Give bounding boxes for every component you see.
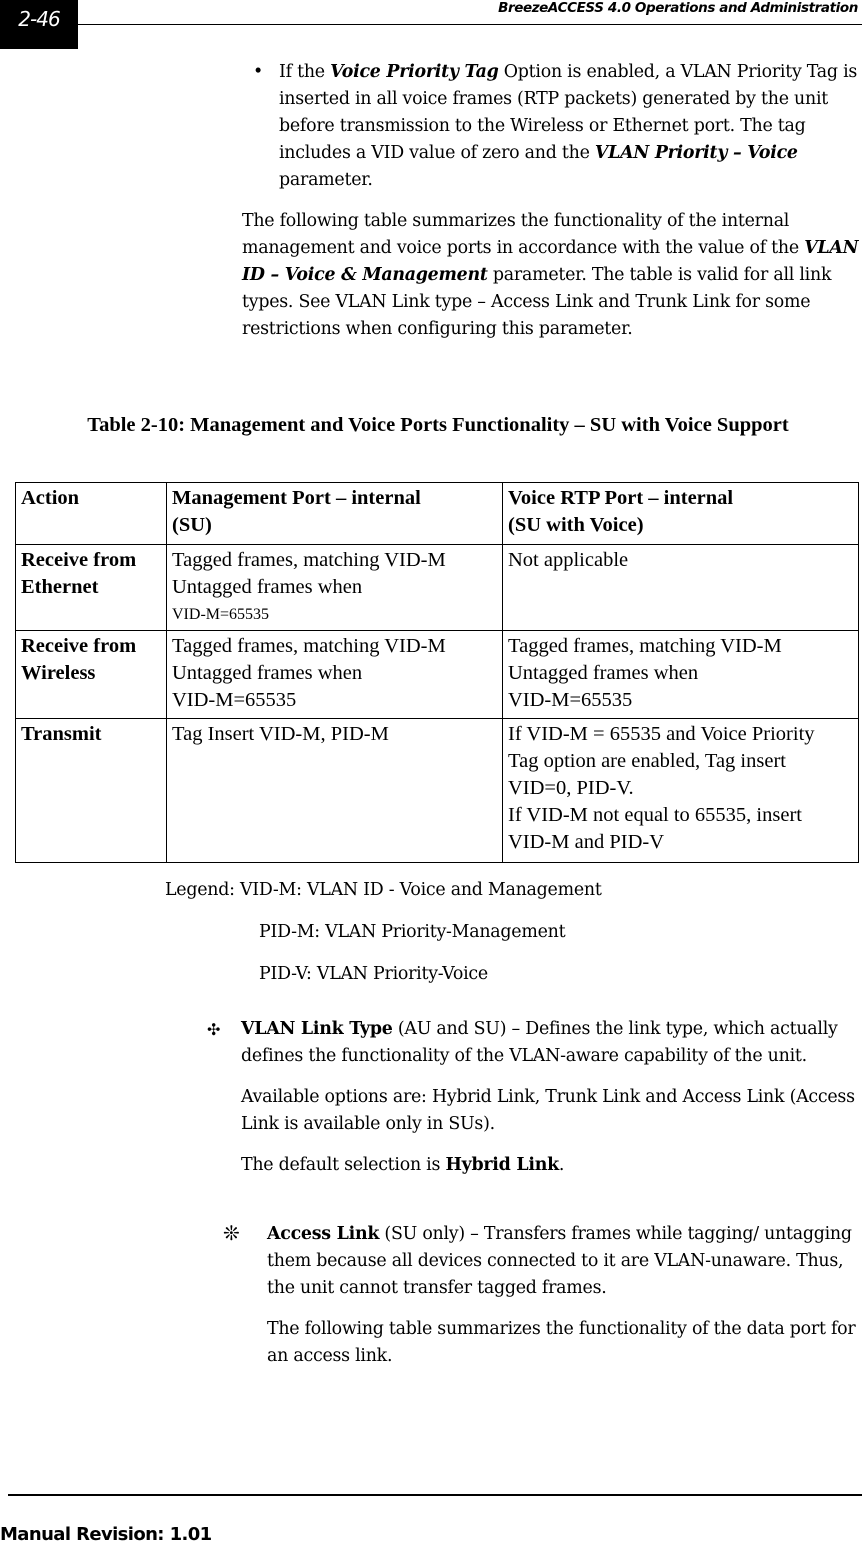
parameter-name: VLAN Link Type [241,1019,393,1039]
header-management-port: Management Port – internal (SU) [166,482,503,545]
table-legend: Legend: VID-M: VLAN ID - Voice and Manag… [165,877,602,1003]
cell-line: Tag option are enabled, Tag insert [508,750,786,772]
page-number: 2-46 [18,7,60,31]
cell-line: Ethernet [21,576,99,598]
legend-line-pid-m: PID-M: VLAN Priority-Management [259,922,566,942]
cell-voice: Not applicable [502,544,859,631]
cell-line: Tagged frames, matching VID-M [172,635,446,657]
table-intro-paragraph: The following table summarizes the funct… [242,208,862,343]
header-management-line-2: (SU) [172,514,212,536]
cell-line: VID-M=65535 [172,689,297,711]
cell-line: Tag Insert VID-M, PID-M [172,723,389,745]
access-link-option: ❊ Access Link (SU only) – Transfers fram… [223,1221,862,1384]
header-divider [78,24,862,25]
footer-divider [8,1494,862,1496]
bullet-text-pre: If the [279,62,331,82]
four-dot-cross-icon: ✣ [207,1020,221,1039]
header-action-line: Action [21,487,80,509]
bullet-dot-icon: • [253,62,264,82]
cell-management: Tag Insert VID-M, PID-M [166,718,503,863]
legend-line-pid-v: PID-V: VLAN Priority-Voice [259,964,488,984]
para-text-pre: The following table summarizes the funct… [242,211,805,258]
cell-line: Not applicable [508,549,629,571]
running-header-title: BreezeACCESS 4.0 Operations and Administ… [498,0,858,16]
table-header-row: Action Management Port – internal (SU) V… [15,482,859,545]
cell-action: Receive from Wireless [15,630,167,719]
cell-line: Tagged frames, matching VID-M [508,635,782,657]
header-voice-port: Voice RTP Port – internal (SU with Voice… [502,482,859,545]
parameter-options: Available options are: Hybrid Link, Trun… [241,1087,855,1134]
cell-management: Tagged frames, matching VID-M Untagged f… [166,630,503,719]
bullet-text-post: parameter. [279,170,373,190]
table-row: Transmit Tag Insert VID-M, PID-M If VID-… [15,718,859,863]
manual-revision: Manual Revision: 1.01 [0,1524,212,1545]
cell-line: VID-M and PID-V [508,831,665,853]
ports-functionality-table: Action Management Port – internal (SU) V… [15,482,859,863]
header-action: Action [15,482,167,545]
cell-management: Tagged frames, matching VID-M Untagged f… [166,544,503,631]
access-link-followup: The following table summarizes the funct… [267,1319,856,1366]
cell-voice: Tagged frames, matching VID-M Untagged f… [502,630,859,719]
bullet-emph-voice-priority-tag: Voice Priority Tag [330,62,499,82]
header-voice-line-1: Voice RTP Port – internal [508,487,734,509]
cell-action: Receive from Ethernet [15,544,167,631]
header-voice-line-2: (SU with Voice) [508,514,644,536]
asterisk-icon: ❊ [223,1221,240,1245]
cell-line: VID-M=65535 [172,606,270,623]
page-number-badge: 2-46 [0,0,78,49]
cell-voice: If VID-M = 65535 and Voice Priority Tag … [502,718,859,863]
cell-line: Transmit [21,723,102,745]
vlan-link-type-parameter: ✣ VLAN Link Type (AU and SU) – Defines t… [207,1016,862,1193]
cell-line: VID-M=65535 [508,689,633,711]
cell-line: Tagged frames, matching VID-M [172,549,446,571]
default-text-post: . [558,1155,565,1175]
cell-line: If VID-M not equal to 65535, insert [508,804,802,826]
cell-line: Wireless [21,662,96,684]
cell-line: Receive from [21,635,137,657]
access-link-name: Access Link [267,1224,380,1244]
default-value: Hybrid Link [445,1155,559,1175]
header-management-line-1: Management Port – internal [172,487,421,509]
parameter-default: The default selection is Hybrid Link. [241,1152,862,1179]
cell-line: VID=0, PID-V. [508,777,634,799]
bullet-emph-vlan-priority-voice: VLAN Priority – Voice [594,143,798,163]
table-row: Receive from Ethernet Tagged frames, mat… [15,544,859,631]
table-caption: Table 2-10: Management and Voice Ports F… [87,414,789,436]
default-text-pre: The default selection is [241,1155,446,1175]
cell-line: Untagged frames when [172,662,363,684]
cell-action: Transmit [15,718,167,863]
parameter-description: VLAN Link Type (AU and SU) – Defines the… [241,1016,862,1070]
cell-line: Untagged frames when [172,576,363,598]
cell-line: Receive from [21,549,137,571]
cell-line: If VID-M = 65535 and Voice Priority [508,723,815,745]
access-link-description: Access Link (SU only) – Transfers frames… [267,1221,862,1302]
voice-priority-bullet: • If the Voice Priority Tag Option is en… [253,59,862,194]
cell-line: Untagged frames when [508,662,699,684]
legend-line-vid-m: Legend: VID-M: VLAN ID - Voice and Manag… [165,880,602,900]
table-row: Receive from Wireless Tagged frames, mat… [15,630,859,719]
